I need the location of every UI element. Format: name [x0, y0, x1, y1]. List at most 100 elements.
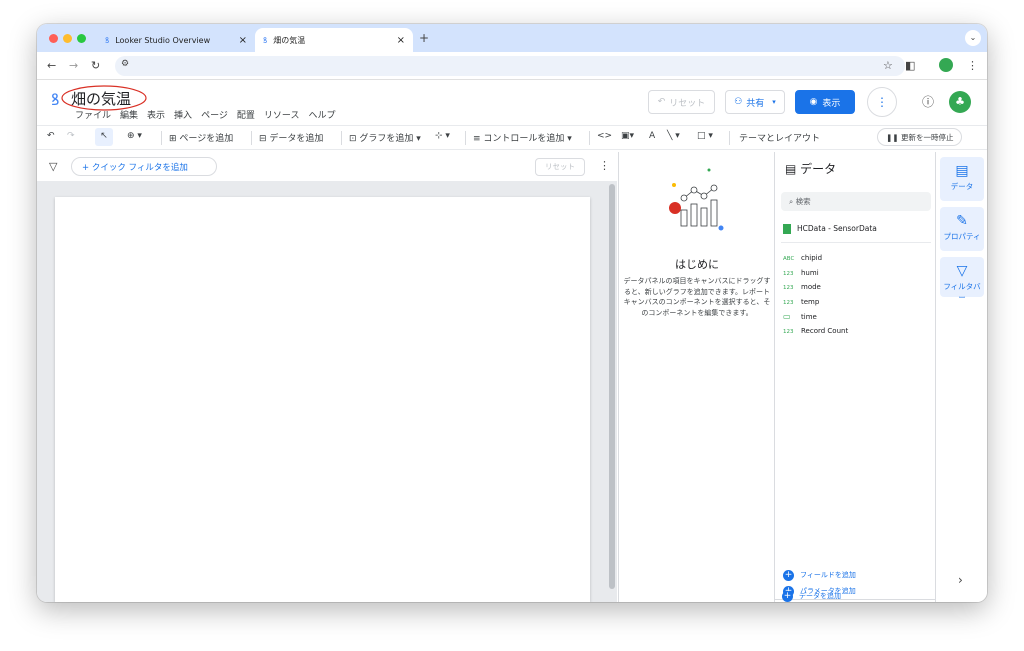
- getting-started-panel: はじめに データパネルの項目をキャンバスにドラッグすると、新しいグラフを追加でき…: [618, 152, 774, 602]
- new-tab-button[interactable]: +: [419, 32, 429, 44]
- rail-properties-button[interactable]: ✎ プロパティ: [940, 207, 984, 251]
- add-control-button[interactable]: ≡ コントロールを追加 ▾: [473, 131, 572, 144]
- tab-report[interactable]: ꝸ 畑の気温 ×: [255, 28, 413, 52]
- sheets-icon: [783, 224, 791, 234]
- field-name: temp: [801, 297, 820, 306]
- field-item[interactable]: 123 temp: [783, 298, 819, 306]
- add-field-link[interactable]: + フィールドを追加: [783, 570, 856, 581]
- data-panel-header: ▤ データ: [785, 160, 836, 177]
- menu-item[interactable]: リソース: [264, 108, 300, 121]
- field-item[interactable]: 123 humi: [783, 269, 819, 277]
- shape-icon[interactable]: □ ▾: [697, 131, 713, 141]
- control-icon: ≡: [473, 134, 484, 144]
- add-chart-label: グラフを追加: [359, 134, 414, 144]
- embed-code-icon[interactable]: <>: [597, 131, 612, 141]
- field-name: Record Count: [801, 326, 849, 335]
- menu-item[interactable]: 挿入: [174, 108, 192, 121]
- add-quick-filter-chip[interactable]: + クイック フィルタを追加: [71, 157, 217, 176]
- close-window-button[interactable]: [49, 34, 58, 43]
- bookmark-star-icon[interactable]: ☆: [883, 60, 893, 71]
- image-icon[interactable]: ▣▾: [621, 131, 634, 141]
- table-icon: ▤: [785, 162, 801, 176]
- profile-avatar[interactable]: [939, 58, 953, 72]
- theme-layout-button[interactable]: テーマとレイアウト: [739, 131, 820, 144]
- undo-icon[interactable]: ↶: [47, 131, 55, 141]
- getting-started-illustration-icon: [669, 168, 724, 231]
- select-icon[interactable]: ↖: [95, 128, 113, 146]
- field-item[interactable]: ▭ time: [783, 312, 817, 321]
- more-options-button[interactable]: ⋮: [867, 87, 897, 117]
- menu-item[interactable]: 編集: [120, 108, 138, 121]
- field-type-icon: 123: [783, 328, 794, 335]
- view-button[interactable]: ◉ 表示: [795, 90, 855, 114]
- vertical-scrollbar[interactable]: [609, 184, 615, 589]
- reload-icon[interactable]: ↻: [91, 60, 100, 71]
- forward-icon[interactable]: →: [69, 60, 78, 71]
- line-icon[interactable]: ╲ ▾: [667, 131, 680, 141]
- data-search-input[interactable]: ⌕ 検索: [781, 192, 931, 211]
- tab-label: Looker Studio Overview: [115, 35, 211, 45]
- menu-item[interactable]: ヘルプ: [308, 108, 335, 121]
- help-icon[interactable]: ⓘ: [922, 96, 934, 108]
- field-item[interactable]: 123 Record Count: [783, 327, 848, 335]
- account-avatar[interactable]: ♣: [949, 91, 971, 113]
- rail-properties-label: プロパティ: [943, 232, 981, 241]
- filter-more-icon[interactable]: ⋮: [599, 160, 610, 171]
- getting-started-title: はじめに: [675, 258, 719, 271]
- site-info-icon[interactable]: ⚙: [121, 60, 129, 69]
- search-placeholder: 検索: [795, 197, 811, 206]
- chevron-right-icon[interactable]: ›: [958, 574, 963, 586]
- add-data-link[interactable]: + データを追加: [782, 591, 841, 602]
- rail-data-label: データ: [950, 182, 974, 191]
- field-name: chipid: [801, 254, 823, 262]
- filter-icon[interactable]: ▽: [49, 161, 57, 172]
- report-canvas: [37, 182, 617, 602]
- filter-reset-button[interactable]: リセット: [535, 158, 585, 176]
- chevron-down-icon[interactable]: ▾: [772, 98, 776, 106]
- text-icon[interactable]: A: [649, 131, 655, 141]
- report-page[interactable]: [55, 197, 590, 602]
- menu-item[interactable]: ファイル: [75, 108, 111, 121]
- tab-looker-overview[interactable]: ꝸ Looker Studio Overview ×: [97, 28, 255, 52]
- add-data-button[interactable]: ⊟ データを追加: [259, 131, 323, 144]
- report-header: ꝸ 畑の気温 ファイル 編集 表示 挿入 ページ 配置 リソース ヘルプ ↶ リセット ⚇ 共…: [37, 80, 987, 126]
- zoom-icon[interactable]: ⊕ ▾: [127, 131, 142, 141]
- minimize-window-button[interactable]: [63, 34, 72, 43]
- menu-item[interactable]: ページ: [201, 108, 228, 121]
- browser-tab-bar: ꝸ Looker Studio Overview × ꝸ 畑の気温 × + ⌄: [37, 24, 987, 52]
- tab-close-button[interactable]: ×: [239, 35, 247, 46]
- reset-button[interactable]: ↶ リセット: [648, 90, 715, 114]
- add-page-label: ページを追加: [179, 134, 234, 144]
- tab-close-button[interactable]: ×: [397, 35, 405, 46]
- share-button[interactable]: ⚇ 共有 ▾: [725, 90, 785, 114]
- undo-icon: ↶: [657, 97, 666, 107]
- field-item[interactable]: ABC chipid: [783, 254, 822, 262]
- rail-data-button[interactable]: ▤ データ: [940, 157, 984, 201]
- menu-item[interactable]: 配置: [237, 108, 255, 121]
- menu-item[interactable]: 表示: [147, 108, 165, 121]
- community-viz-icon[interactable]: ⊹ ▾: [435, 131, 450, 141]
- add-data-label: データを追加: [269, 134, 324, 144]
- rail-filter-button[interactable]: ▽ フィルタバー: [940, 257, 984, 302]
- search-icon: ⌕: [789, 197, 796, 206]
- back-icon[interactable]: ←: [47, 60, 56, 71]
- pause-icon: ❚❚: [886, 133, 901, 142]
- url-field[interactable]: ⚙: [115, 56, 905, 76]
- zoom-window-button[interactable]: [77, 34, 86, 43]
- field-item[interactable]: 123 mode: [783, 283, 821, 291]
- editor-toolbar: ↶ ↷ ↖ ⊕ ▾ ⊞ ページを追加 ⊟ データを追加 ⊡ グラフを追加 ▾ ⊹…: [37, 126, 987, 150]
- toolbar-divider: [161, 131, 162, 145]
- plus-icon: +: [782, 591, 793, 602]
- field-name: humi: [801, 268, 819, 277]
- pause-refresh-button[interactable]: ❚❚ 更新を一時停止: [877, 128, 963, 146]
- filter-icon: ▽: [956, 263, 968, 279]
- data-source-item[interactable]: HCData - SensorData: [783, 224, 877, 234]
- add-chart-button[interactable]: ⊡ グラフを追加 ▾: [349, 131, 421, 144]
- chevron-down-icon[interactable]: ⌄: [965, 30, 981, 46]
- add-data-icon: ⊟: [259, 134, 270, 144]
- browser-menu-icon[interactable]: ⋮: [967, 60, 978, 71]
- chart-icon: ⊡: [349, 134, 360, 144]
- add-page-button[interactable]: ⊞ ページを追加: [169, 131, 233, 144]
- side-panel-icon[interactable]: ◧: [905, 60, 915, 71]
- redo-icon[interactable]: ↷: [67, 131, 75, 141]
